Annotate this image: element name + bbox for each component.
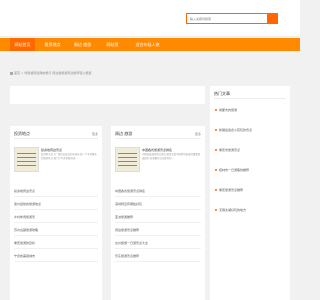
nav-item-invest[interactable]: 投资地点 xyxy=(40,38,65,51)
feature-thumbnail[interactable] xyxy=(14,147,39,172)
feature-thumbnail[interactable] xyxy=(115,147,140,172)
bullet-icon xyxy=(215,109,217,111)
hot-article[interactable]: 桂林市一日游路线推荐 xyxy=(215,168,286,172)
feature-title[interactable]: 中国各省旅游景点排名 xyxy=(142,148,172,152)
list-item[interactable]: 中国各省旅游景点排名 xyxy=(115,185,201,197)
nav-item-young[interactable]: 适合年轻人旅 xyxy=(130,38,165,51)
divider xyxy=(14,138,98,139)
search-box xyxy=(186,13,278,24)
divider xyxy=(214,98,286,99)
more-link[interactable]: 更多 xyxy=(92,132,98,136)
bullet-icon xyxy=(215,189,217,191)
nav-item-home[interactable]: 网站首页 xyxy=(10,38,35,51)
list-item[interactable]: 台州旅游一日游景点大全 xyxy=(115,237,201,249)
list-item[interactable]: 苏州古镇旅游攻略 xyxy=(14,224,98,236)
panel-invest: 投资地点 更多 投资地周边景点 投资地点位于广西壮族自治区桂林市,是一个非常著名… xyxy=(10,126,102,300)
panel-travel: 周边 旅游 更多 中国各省旅游景点排名 中国各省旅游景点排名,旅游业是中国经济发… xyxy=(111,126,205,300)
breadcrumb: 首页 > 伴随游所选择的旅行 周边游旅游周边游年轻人旅游 xyxy=(10,71,91,75)
hot-article[interactable]: 重庆旅游景点推荐 xyxy=(215,188,286,192)
list-item[interactable]: 亚洲旅游推荐 xyxy=(115,211,201,223)
search-input[interactable] xyxy=(188,15,267,22)
list-item[interactable]: 贵州最热的旅游地点 xyxy=(14,198,98,210)
bullet-icon xyxy=(215,129,217,131)
list-item[interactable]: 乡村休闲旅游景 xyxy=(14,211,98,223)
list-item[interactable]: 乐东旅游景点推荐 xyxy=(115,250,201,262)
list-item[interactable]: 重庆旅游的目标 xyxy=(14,237,98,249)
bullet-icon xyxy=(215,149,217,151)
header-band xyxy=(0,0,300,36)
hot-article[interactable]: 无锡太湖好玩的地方 xyxy=(215,208,286,212)
panel-hot-articles: 热门文章 成都市的旅游 新疆最适合小孩玩的景点 重庆市旅游景点 桂林市一日游路线… xyxy=(210,86,290,300)
home-icon xyxy=(10,71,13,75)
feature-desc: 中国各省旅游景点排名,旅游业是中国经济发展的重要组成部分,各省都有自己独特的..… xyxy=(142,153,201,160)
hot-article[interactable]: 重庆市旅游景点 xyxy=(215,148,286,152)
divider xyxy=(115,138,201,139)
hot-article[interactable]: 成都市的旅游 xyxy=(215,108,286,112)
search-button[interactable] xyxy=(267,14,277,23)
panel-title: 热门文章 xyxy=(214,91,230,96)
breadcrumb-text: 首页 > 伴随游所选择的旅行 周边游旅游周边游年轻人旅游 xyxy=(14,71,92,75)
banner-area xyxy=(10,86,205,104)
feature-title[interactable]: 投资地周边景点 xyxy=(41,148,62,152)
feature-desc: 投资地点位于广西壮族自治区桂林市,是一个非常著名的旅游景点,吸引了众多游客前来.… xyxy=(41,153,97,160)
nav-item-travel[interactable]: 周边 旅游 xyxy=(70,38,95,51)
main-nav: 网站首页 投资地点 周边 旅游 网站资 适合年轻人旅 xyxy=(0,38,300,51)
list-item[interactable]: 投资地周边景点 xyxy=(14,185,98,197)
list-item[interactable]: 周边旅游景点推荐 xyxy=(115,224,201,236)
bullet-icon xyxy=(215,169,217,171)
list-item[interactable]: 深圳附近有哪些好玩 xyxy=(115,198,201,210)
panel-title: 投资地点 xyxy=(14,131,30,136)
hot-article[interactable]: 新疆最适合小孩玩的景点 xyxy=(215,128,286,132)
panel-title: 周边 旅游 xyxy=(115,131,133,136)
bullet-icon xyxy=(215,209,217,211)
nav-item-resources[interactable]: 网站资 xyxy=(100,38,125,51)
more-link[interactable]: 更多 xyxy=(195,132,201,136)
list-item[interactable]: 宁德的美丽城市 xyxy=(14,250,98,262)
